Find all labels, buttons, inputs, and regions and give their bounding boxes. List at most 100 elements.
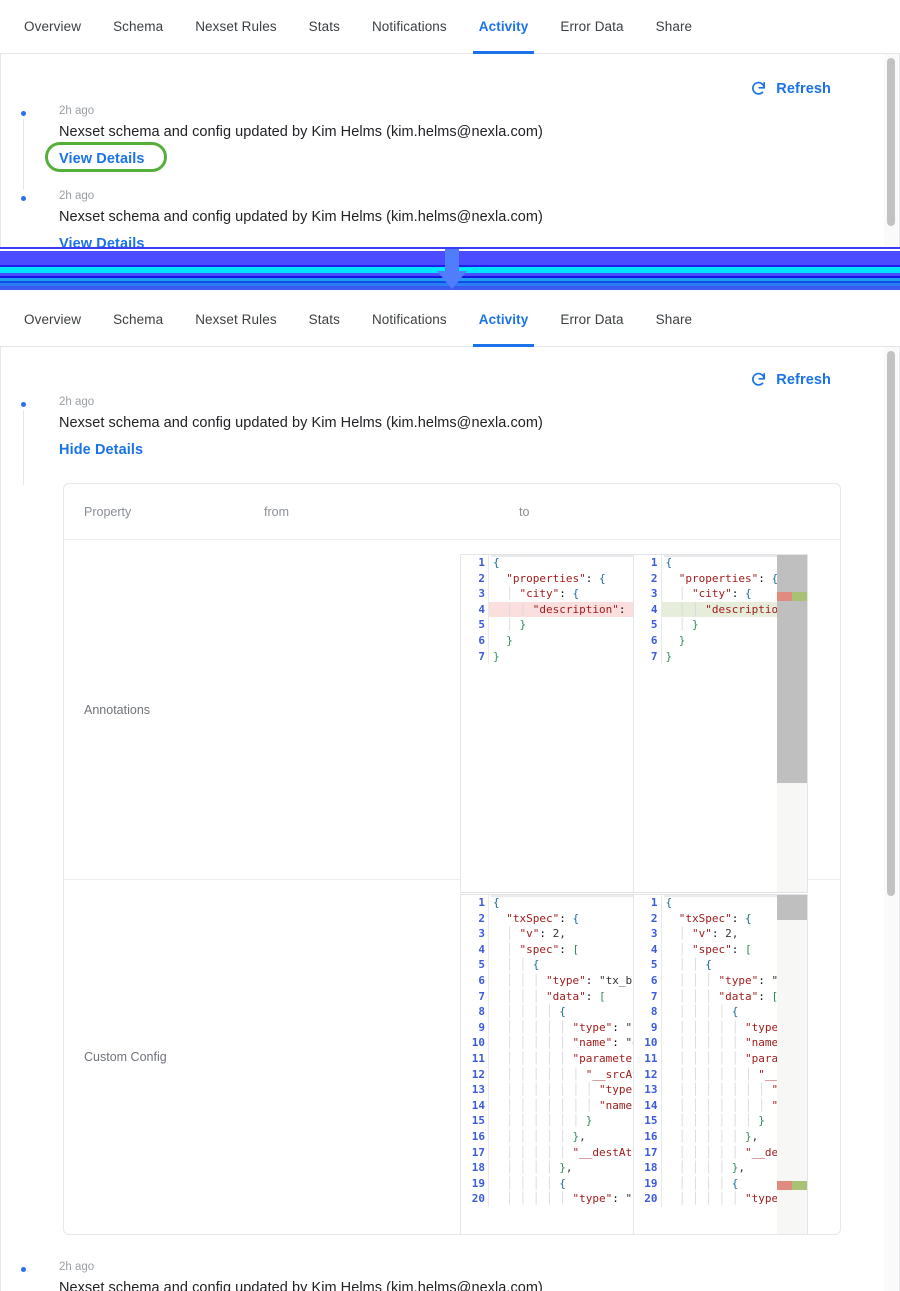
state-transition-banner — [0, 247, 900, 293]
line-number: 6 — [461, 972, 489, 989]
diff-row-label: Custom Config — [84, 1050, 167, 1064]
panel-scrollbar-after[interactable] — [884, 347, 898, 1291]
tab-error-data[interactable]: Error Data — [544, 293, 639, 347]
refresh-button[interactable]: Refresh — [750, 371, 831, 388]
line-number: 17 — [633, 1144, 662, 1161]
tab-activity[interactable]: Activity — [463, 293, 545, 347]
diff-pane-from[interactable]: 1{2 "properties": {3 │ "city": {4 │ │ "d… — [461, 555, 634, 892]
line-number: 1 — [633, 555, 662, 571]
activity-panel-before: Refresh 2h ago Nexset schema and config … — [0, 54, 900, 248]
minimap-deletion-marker — [777, 1181, 792, 1190]
code-line: 13 │ │ │ │ │ │ │ "type": "attributeRe — [461, 1082, 633, 1098]
line-number: 19 — [633, 1175, 662, 1192]
diff-row-body: 1{2 "properties": {3 │ "city": {4 │ │ "d… — [264, 540, 840, 893]
line-number: 14 — [633, 1097, 662, 1114]
line-number: 13 — [461, 1082, 489, 1098]
diff-pane-to[interactable]: 1{2 "txSpec": {3 │ "v": 2, 4 │ "spec": [5… — [633, 895, 807, 1234]
code-line: 3 │ "v": 2, — [461, 926, 633, 942]
line-number: 7 — [633, 988, 662, 1005]
activity-panel-after: Refresh 2h ago Nexset schema and config … — [0, 347, 900, 1291]
line-number: 10 — [461, 1035, 489, 1051]
tab-stats[interactable]: Stats — [293, 293, 356, 347]
code-text: │ │ │ │ │ │ │ "name": "cc_type" — [506, 1098, 633, 1112]
line-number: 5 — [633, 617, 662, 633]
diff-overview-ruler[interactable] — [777, 555, 807, 892]
view-details-link[interactable]: View Details — [59, 151, 145, 167]
diff-pane-from[interactable]: 1{2 "txSpec": {3 │ "v": 2, 4 │ "spec": [5… — [461, 895, 634, 1234]
code-text: │ │ │ │ { — [506, 1176, 566, 1190]
activity-message: Nexset schema and config updated by Kim … — [59, 1280, 543, 1291]
line-number: 3 — [633, 586, 662, 602]
tab-overview[interactable]: Overview — [8, 293, 97, 347]
code-text: │ "spec": [ — [506, 942, 580, 956]
minimap-insertion-marker — [792, 1181, 807, 1190]
tab-schema[interactable]: Schema — [97, 0, 179, 54]
code-text: │ │ "description": "City recorded — [489, 601, 633, 618]
line-number: 11 — [633, 1050, 662, 1067]
line-number: 20 — [461, 1191, 489, 1207]
line-number: 1 — [633, 895, 662, 911]
code-text: │ │ │ │ │ }, — [506, 1129, 586, 1143]
code-diff-viewer-annotations[interactable]: 1{2 "properties": {3 │ "city": {4 │ │ "d… — [460, 554, 808, 893]
code-text: │ "v": 2, — [506, 927, 566, 941]
refresh-label: Refresh — [776, 80, 831, 97]
panel-scrollbar-thumb[interactable] — [887, 351, 895, 896]
panel-scrollbar-before[interactable] — [884, 54, 898, 248]
line-number: 5 — [633, 957, 662, 973]
code-diff-viewer-custom-config[interactable]: 1{2 "txSpec": {3 │ "v": 2, 4 │ "spec": [5… — [460, 894, 808, 1234]
line-number: 2 — [461, 910, 489, 927]
activity-message: Nexset schema and config updated by Kim … — [59, 415, 543, 431]
tab-share[interactable]: Share — [640, 293, 709, 347]
refresh-icon — [752, 372, 766, 386]
panel-scrollbar-thumb[interactable] — [887, 58, 895, 226]
activity-item-expanded: 2h ago Nexset schema and config updated … — [1, 394, 899, 485]
line-number: 3 — [633, 926, 662, 942]
code-line: 17 │ │ │ │ │ "__destAttr": "cc_type" — [461, 1144, 633, 1161]
column-header-from: from — [264, 504, 289, 519]
tab-schema[interactable]: Schema — [97, 293, 179, 347]
tab-stats[interactable]: Stats — [293, 0, 356, 54]
line-number: 3 — [461, 586, 489, 602]
line-number: 6 — [633, 972, 662, 989]
code-line: 10 │ │ │ │ │ "name": "eqAttr", — [461, 1035, 633, 1051]
code-line: 5 │ │ { — [461, 957, 633, 973]
line-number: 9 — [461, 1019, 489, 1036]
activity-message: Nexset schema and config updated by Kim … — [59, 124, 543, 140]
code-text: │ │ │ │ │ "parameters": { — [506, 1051, 633, 1065]
code-lines-from: 1{2 "properties": {3 │ "city": {4 │ │ "d… — [461, 555, 633, 665]
column-header-property: Property — [84, 504, 132, 519]
diff-overview-ruler[interactable] — [777, 895, 807, 1234]
line-number: 17 — [461, 1144, 489, 1161]
tab-notifications[interactable]: Notifications — [356, 0, 463, 54]
tab-share[interactable]: Share — [640, 0, 709, 54]
refresh-button[interactable]: Refresh — [750, 80, 831, 97]
hide-details-link[interactable]: Hide Details — [59, 442, 143, 458]
diff-row-custom-config: Custom Config 1{2 "txSpec": {3 │ "v": 2,… — [64, 880, 840, 1234]
activity-list-after: 2h ago Nexset schema and config updated … — [1, 394, 899, 1291]
line-number: 14 — [461, 1097, 489, 1114]
code-line: 19 │ │ │ │ { — [461, 1175, 633, 1192]
tab-notifications[interactable]: Notifications — [356, 293, 463, 347]
tab-nexset-rules[interactable]: Nexset Rules — [179, 0, 292, 54]
schema-diff-card: Property from to Annotations 1{2 "proper… — [63, 483, 841, 1235]
tab-nexset-rules[interactable]: Nexset Rules — [179, 293, 292, 347]
refresh-label: Refresh — [776, 371, 831, 388]
tab-error-data[interactable]: Error Data — [544, 0, 639, 54]
code-line: 1{ — [461, 555, 633, 571]
code-text: } — [493, 649, 500, 663]
line-number: 1 — [461, 895, 489, 911]
line-number: 12 — [633, 1066, 662, 1083]
diff-pane-to[interactable]: 1{2 "properties": {3 │ "city": {4 │ │ "d… — [633, 555, 807, 892]
line-number: 10 — [633, 1035, 662, 1051]
code-line: 1{ — [461, 895, 633, 911]
code-text: │ │ │ "type": "tx_builder", — [506, 973, 633, 987]
code-text: "properties": { — [506, 571, 606, 585]
minimap-deletion-marker — [777, 592, 792, 601]
activity-timestamp: 2h ago — [59, 1261, 95, 1273]
tab-activity[interactable]: Activity — [463, 0, 545, 54]
tab-overview[interactable]: Overview — [8, 0, 97, 54]
line-number: 9 — [633, 1019, 662, 1036]
line-number: 18 — [461, 1160, 489, 1176]
diff-row-annotations: Annotations 1{2 "properties": {3 │ "city… — [64, 540, 840, 893]
code-text: │ } — [506, 618, 527, 632]
